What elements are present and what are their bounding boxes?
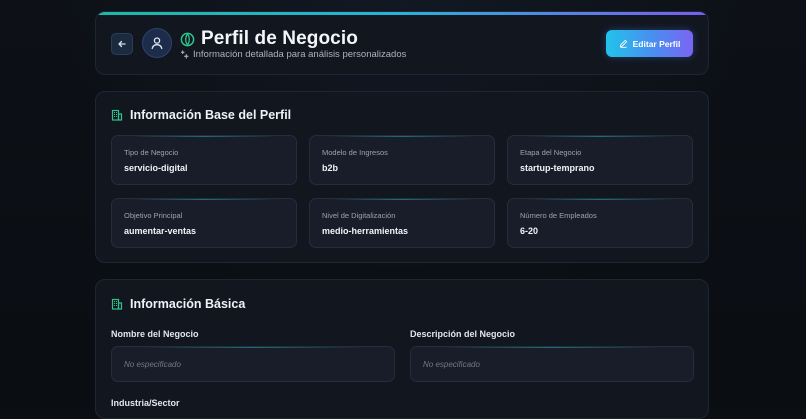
field-value: servicio-digital (124, 163, 188, 173)
back-button[interactable] (111, 33, 133, 55)
field-value: startup-temprano (520, 163, 595, 173)
edit-profile-button[interactable]: Editar Perfil (606, 30, 693, 57)
field-numero-empleados: Número de Empleados 6-20 (507, 198, 693, 248)
field-label: Etapa del Negocio (520, 148, 582, 157)
field-label: Objetivo Principal (124, 211, 183, 220)
base-profile-card: Información Base del Perfil Tipo de Nego… (95, 91, 709, 263)
field-value: medio-herramientas (322, 226, 409, 236)
base-profile-title-row: Información Base del Perfil (111, 108, 291, 122)
user-icon (151, 37, 163, 50)
page-title-row: Perfil de Negocio (180, 28, 358, 50)
avatar (142, 28, 172, 58)
basic-info-card: Información Básica Nombre del Negocio No… (95, 279, 709, 419)
page-title: Perfil de Negocio (201, 28, 358, 49)
field-label: Tipo de Negocio (124, 148, 179, 157)
field-modelo-ingresos: Modelo de Ingresos b2b (309, 135, 495, 185)
business-name-value: No especificado (124, 359, 181, 369)
page-subtitle: Información detallada para análisis pers… (193, 49, 407, 60)
business-name-label: Nombre del Negocio (111, 329, 199, 339)
business-name-field[interactable]: No especificado (111, 346, 395, 382)
building-icon (111, 109, 123, 121)
edit-profile-label: Editar Perfil (632, 38, 681, 49)
field-nivel-digitalizacion: Nivel de Digitalización medio-herramient… (309, 198, 495, 248)
profile-header-card: Perfil de Negocio Información detallada … (95, 11, 709, 75)
field-label: Número de Empleados (520, 211, 597, 220)
building-icon (111, 298, 123, 310)
field-value: b2b (322, 163, 339, 173)
field-label: Nivel de Digitalización (322, 211, 396, 220)
base-profile-title: Información Base del Perfil (130, 108, 292, 122)
field-etapa-negocio: Etapa del Negocio startup-temprano (507, 135, 693, 185)
leaf-icon (180, 32, 195, 46)
arrow-left-icon (118, 40, 126, 48)
field-label: Modelo de Ingresos (322, 148, 388, 157)
field-value: 6-20 (520, 226, 539, 236)
basic-info-title-row: Información Básica (111, 297, 245, 311)
header-gradient-bar (96, 12, 708, 15)
basic-info-title: Información Básica (130, 297, 246, 311)
business-description-value: No especificado (423, 359, 480, 369)
sparkle-icon (180, 50, 189, 59)
page-subtitle-row: Información detallada para análisis pers… (180, 49, 406, 60)
pencil-icon (619, 39, 627, 48)
field-tipo-negocio: Tipo de Negocio servicio-digital (111, 135, 297, 185)
business-description-label: Descripción del Negocio (410, 329, 516, 339)
field-value: aumentar-ventas (124, 226, 197, 236)
business-description-field[interactable]: No especificado (410, 346, 694, 382)
field-objetivo-principal: Objetivo Principal aumentar-ventas (111, 198, 297, 248)
